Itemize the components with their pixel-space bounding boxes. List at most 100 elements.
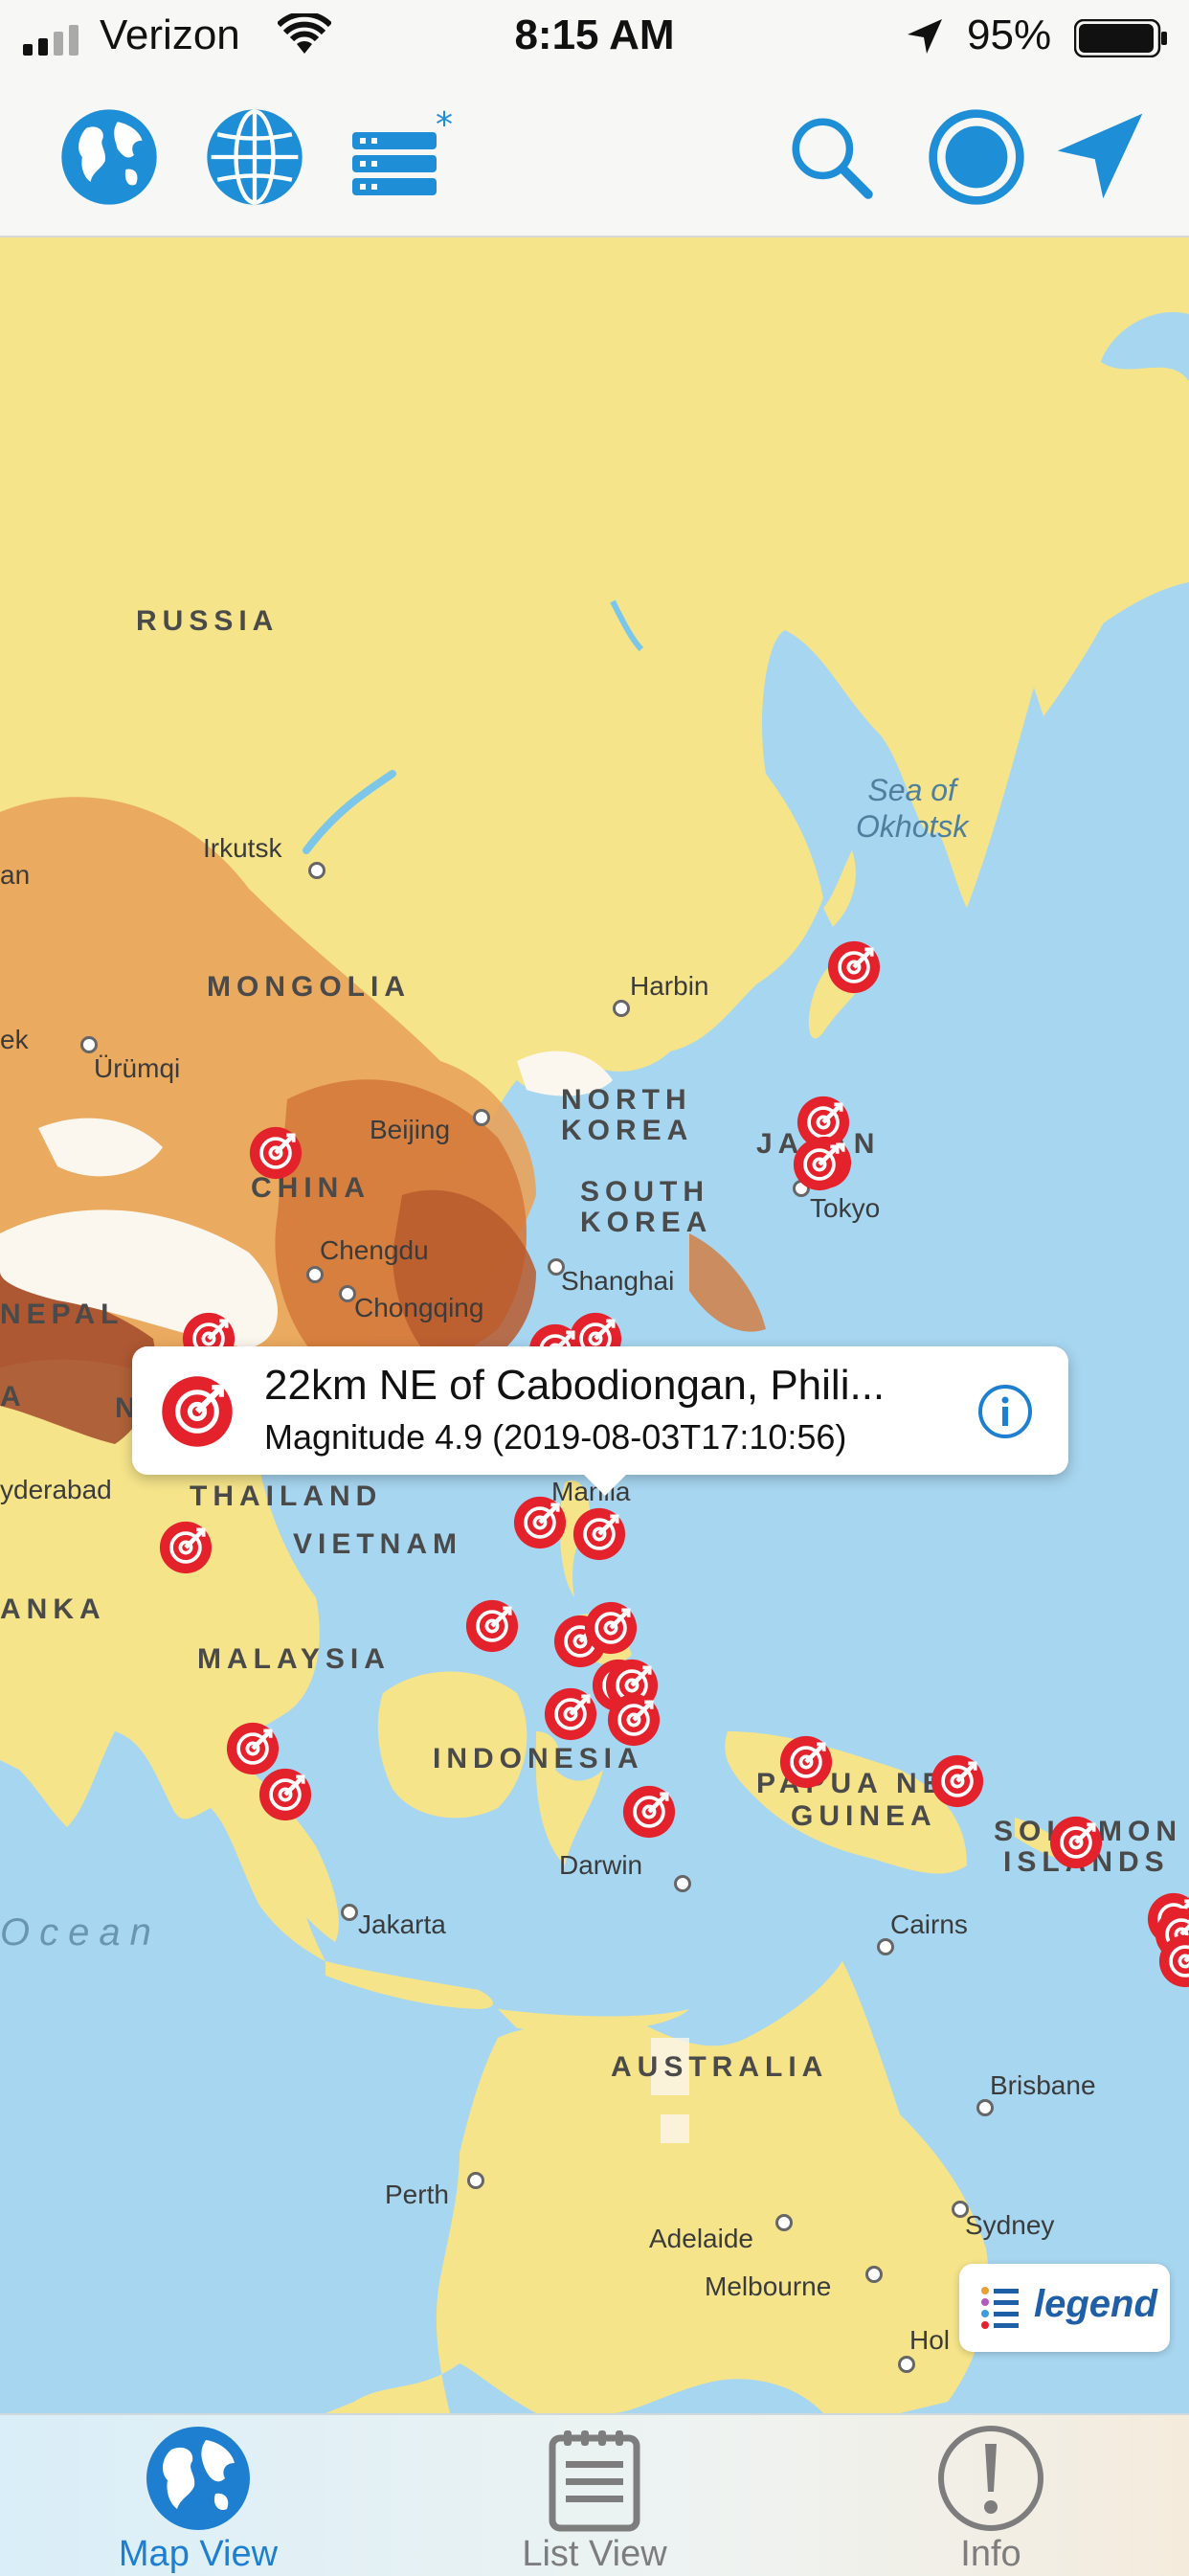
label-sydney: Sydney <box>965 2210 1055 2240</box>
label-chongqing: Chongqing <box>354 1293 484 1322</box>
label-nepal: NEPAL <box>0 1299 124 1330</box>
city-dot <box>898 2356 915 2373</box>
label-cairns: Cairns <box>890 1909 968 1939</box>
earthquake-marker-icon <box>258 1768 312 1821</box>
record-button[interactable] <box>925 105 1028 209</box>
city-dot <box>865 2266 883 2283</box>
label-papua-2: GUINEA <box>791 1800 937 1832</box>
label-harbin: Harbin <box>630 971 709 1001</box>
earthquake-marker-icon <box>1158 1934 1189 1988</box>
earthquake-marker[interactable] <box>607 1693 661 1747</box>
label-irkutsk: Irkutsk <box>203 833 282 863</box>
data-source-button[interactable]: * <box>348 105 460 209</box>
location-services-icon <box>908 19 942 54</box>
earthquake-marker[interactable] <box>544 1687 597 1741</box>
info-icon[interactable] <box>976 1383 1034 1440</box>
earthquake-marker-icon <box>584 1601 638 1655</box>
earthquake-marker-icon <box>572 1507 626 1561</box>
earthquake-callout[interactable]: 22km NE of Cabodiongan, Phili... Magnitu… <box>132 1346 1068 1496</box>
earthquake-marker-icon <box>249 1126 303 1180</box>
label-thailand: THAILAND <box>190 1480 383 1512</box>
label-brisbane: Brisbane <box>990 2070 1096 2100</box>
label-hyderabad: yderabad <box>0 1475 112 1504</box>
earthquake-marker[interactable] <box>572 1507 626 1561</box>
tab-list-view[interactable]: List View <box>396 2415 793 2576</box>
earthquake-marker[interactable] <box>779 1735 833 1789</box>
label-malaysia: MALAYSIA <box>197 1643 391 1675</box>
earthquake-marker-icon <box>779 1735 833 1789</box>
label-south-korea-2: KOREA <box>580 1207 713 1238</box>
status-bar: Verizon 8:15 AM 95% <box>0 0 1189 77</box>
earthquake-marker-icon <box>544 1687 597 1741</box>
label-indonesia: INDONESIA <box>433 1743 644 1774</box>
current-location-button[interactable] <box>1047 105 1151 209</box>
label-chengdu: Chengdu <box>320 1235 429 1265</box>
city-dot <box>775 2214 793 2231</box>
server-stack-icon: * <box>352 105 453 195</box>
label-beijing: Beijing <box>370 1115 451 1144</box>
earthquake-marker[interactable] <box>513 1496 567 1549</box>
globe-button[interactable] <box>57 105 161 209</box>
earthquake-marker[interactable] <box>258 1768 312 1821</box>
search-button[interactable] <box>779 105 883 209</box>
earthquake-marker-icon <box>793 1138 846 1191</box>
earthquake-marker-icon <box>931 1754 984 1808</box>
earthquake-marker[interactable] <box>622 1785 676 1839</box>
label-ocean: Ocean <box>0 1911 161 1954</box>
label-north-korea-2: KOREA <box>561 1115 694 1146</box>
label-edge-a: A <box>0 1381 27 1412</box>
earthquake-marker[interactable] <box>159 1521 213 1574</box>
city-dot <box>80 1036 98 1053</box>
earthquake-marker-icon <box>1049 1816 1103 1869</box>
earthquake-marker-icon <box>827 940 881 994</box>
label-sea-of-okhotsk-2: Okhotsk <box>856 809 969 844</box>
earthquake-marker[interactable] <box>793 1138 846 1191</box>
legend-list-icon <box>981 2287 1019 2329</box>
city-dot <box>467 2172 484 2189</box>
record-icon <box>929 109 1024 205</box>
grid-globe-button[interactable] <box>203 105 306 209</box>
city-dot <box>674 1875 691 1892</box>
earthquake-marker[interactable] <box>1158 1934 1189 1988</box>
label-perth: Perth <box>385 2180 449 2209</box>
tab-label-info: Info <box>960 2534 1021 2574</box>
earthquake-marker[interactable] <box>249 1126 303 1180</box>
earthquake-marker[interactable] <box>827 940 881 994</box>
label-russia: RUSSIA <box>136 605 280 637</box>
legend-button[interactable]: legend <box>959 2264 1170 2352</box>
battery-icon <box>1074 19 1167 57</box>
label-darwin: Darwin <box>559 1850 643 1880</box>
city-dot <box>976 2099 994 2116</box>
label-edge-an: an <box>0 860 31 890</box>
earthquake-marker[interactable] <box>465 1599 519 1653</box>
tab-label-map-view: Map View <box>118 2534 279 2574</box>
earthquake-marker-icon <box>513 1496 567 1549</box>
city-dot <box>308 862 325 879</box>
label-shanghai: Shanghai <box>561 1266 675 1296</box>
city-dot <box>473 1109 490 1126</box>
earthquake-marker[interactable] <box>1049 1816 1103 1869</box>
tab-info[interactable]: Info <box>793 2415 1189 2576</box>
svg-text:*: * <box>436 105 453 145</box>
tab-map-view[interactable]: Map View <box>0 2415 396 2576</box>
city-dot <box>877 1938 894 1955</box>
label-urumqi: Ürümqi <box>94 1053 181 1083</box>
label-hobart: Hol <box>909 2325 951 2355</box>
label-sri-lanka: ANKA <box>0 1593 106 1625</box>
location-arrow-icon <box>1057 113 1143 199</box>
earthquake-marker[interactable] <box>931 1754 984 1808</box>
city-dot <box>613 1000 630 1017</box>
tab-label-list-view: List View <box>522 2534 667 2574</box>
globe-icon <box>146 2427 250 2530</box>
label-melbourne: Melbourne <box>705 2271 832 2301</box>
earthquake-marker[interactable] <box>584 1601 638 1655</box>
earthquake-marker-icon <box>159 1521 213 1574</box>
label-australia: AUSTRALIA <box>611 2051 829 2083</box>
tab-bar: Map View List View Info <box>0 2413 1189 2576</box>
label-north-korea-1: NORTH <box>561 1084 692 1116</box>
exclamation-icon <box>938 2426 1043 2531</box>
label-sea-of-okhotsk: Sea of Okhotsk <box>856 772 968 845</box>
grid-globe-icon <box>207 109 303 205</box>
label-vietnam: VIETNAM <box>293 1528 462 1560</box>
earthquake-map[interactable]: RUSSIA MONGOLIA CHINA NORTH KOREA SOUTH … <box>0 237 1189 2413</box>
